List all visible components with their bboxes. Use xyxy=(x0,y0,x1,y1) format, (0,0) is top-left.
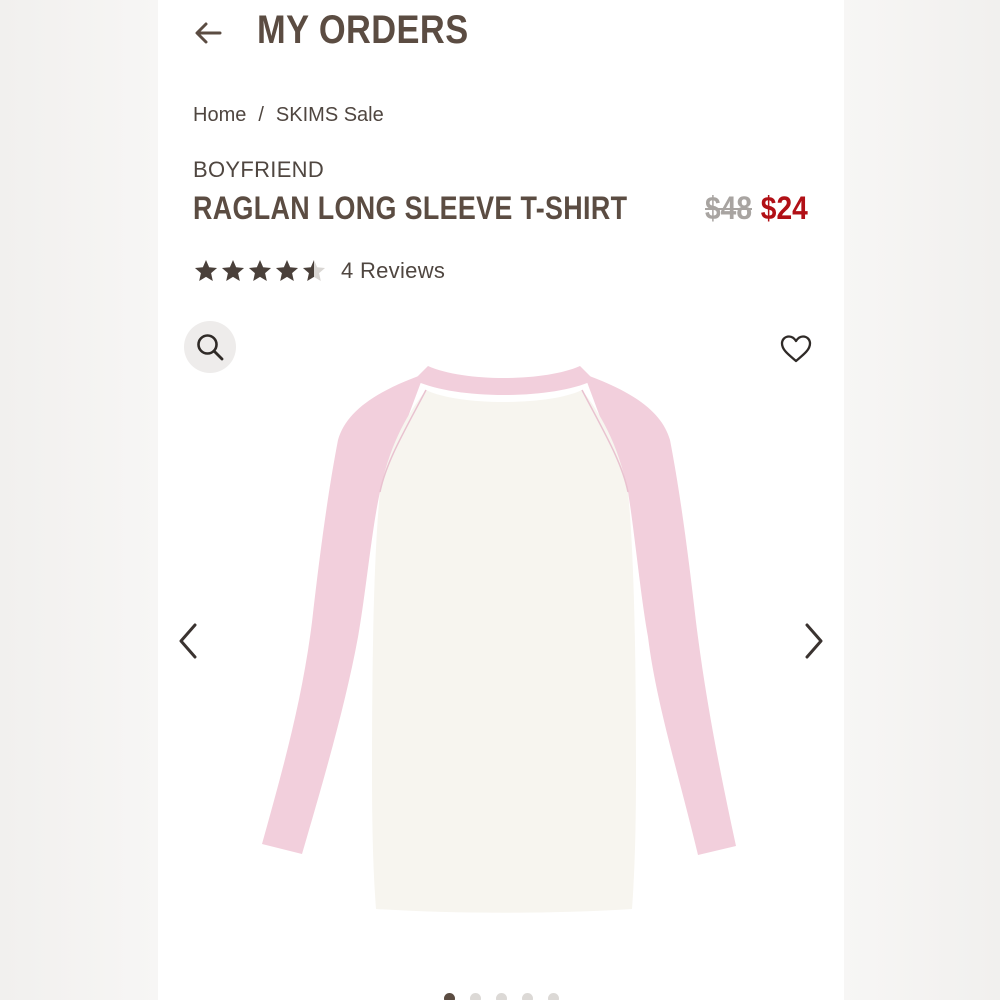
gallery-pagination xyxy=(158,993,844,1000)
price: $48 $24 xyxy=(705,190,808,227)
original-price: $48 xyxy=(705,190,753,226)
header: MY ORDERS xyxy=(158,0,844,72)
product-screen: MY ORDERS Home / SKIMS Sale BOYFRIEND RA… xyxy=(158,0,844,1000)
breadcrumb-home[interactable]: Home xyxy=(193,104,246,127)
heart-icon xyxy=(780,335,812,363)
gallery-dot[interactable] xyxy=(521,993,533,1000)
chevron-right-icon xyxy=(805,623,823,659)
product-name: RAGLAN LONG SLEEVE T-SHIRT xyxy=(193,190,628,226)
breadcrumb: Home / SKIMS Sale xyxy=(193,104,384,127)
chevron-left-icon xyxy=(179,623,197,659)
gallery-dot[interactable] xyxy=(469,993,481,1000)
gallery-dot[interactable] xyxy=(495,993,507,1000)
gallery-dot[interactable] xyxy=(443,993,455,1000)
page-title: MY ORDERS xyxy=(257,8,469,52)
search-icon xyxy=(197,334,224,361)
shirt-collar xyxy=(414,366,594,395)
star-icon xyxy=(302,259,326,281)
breadcrumb-skims-sale[interactable]: SKIMS Sale xyxy=(276,104,384,127)
back-button[interactable] xyxy=(186,14,230,52)
product-image xyxy=(262,366,736,913)
sale-price: $24 xyxy=(761,190,808,226)
reviews-link[interactable]: 4 Reviews xyxy=(341,258,445,284)
star-icon xyxy=(194,259,218,281)
shirt-body xyxy=(372,390,636,913)
gallery-prev-button[interactable] xyxy=(168,618,208,664)
zoom-button[interactable] xyxy=(184,321,236,373)
product-brand-line: BOYFRIEND xyxy=(193,157,325,182)
backdrop-right xyxy=(842,0,1000,1000)
arrow-left-icon xyxy=(195,22,222,44)
rating: 4 Reviews xyxy=(193,258,445,284)
backdrop-left xyxy=(0,0,158,1000)
rating-stars[interactable] xyxy=(193,258,327,284)
star-icon xyxy=(275,259,299,281)
breadcrumb-separator: / xyxy=(258,104,264,126)
gallery-dot[interactable] xyxy=(547,993,559,1000)
star-icon xyxy=(221,259,245,281)
star-icon xyxy=(248,259,272,281)
gallery-next-button[interactable] xyxy=(794,618,834,664)
favorite-button[interactable] xyxy=(776,329,816,369)
